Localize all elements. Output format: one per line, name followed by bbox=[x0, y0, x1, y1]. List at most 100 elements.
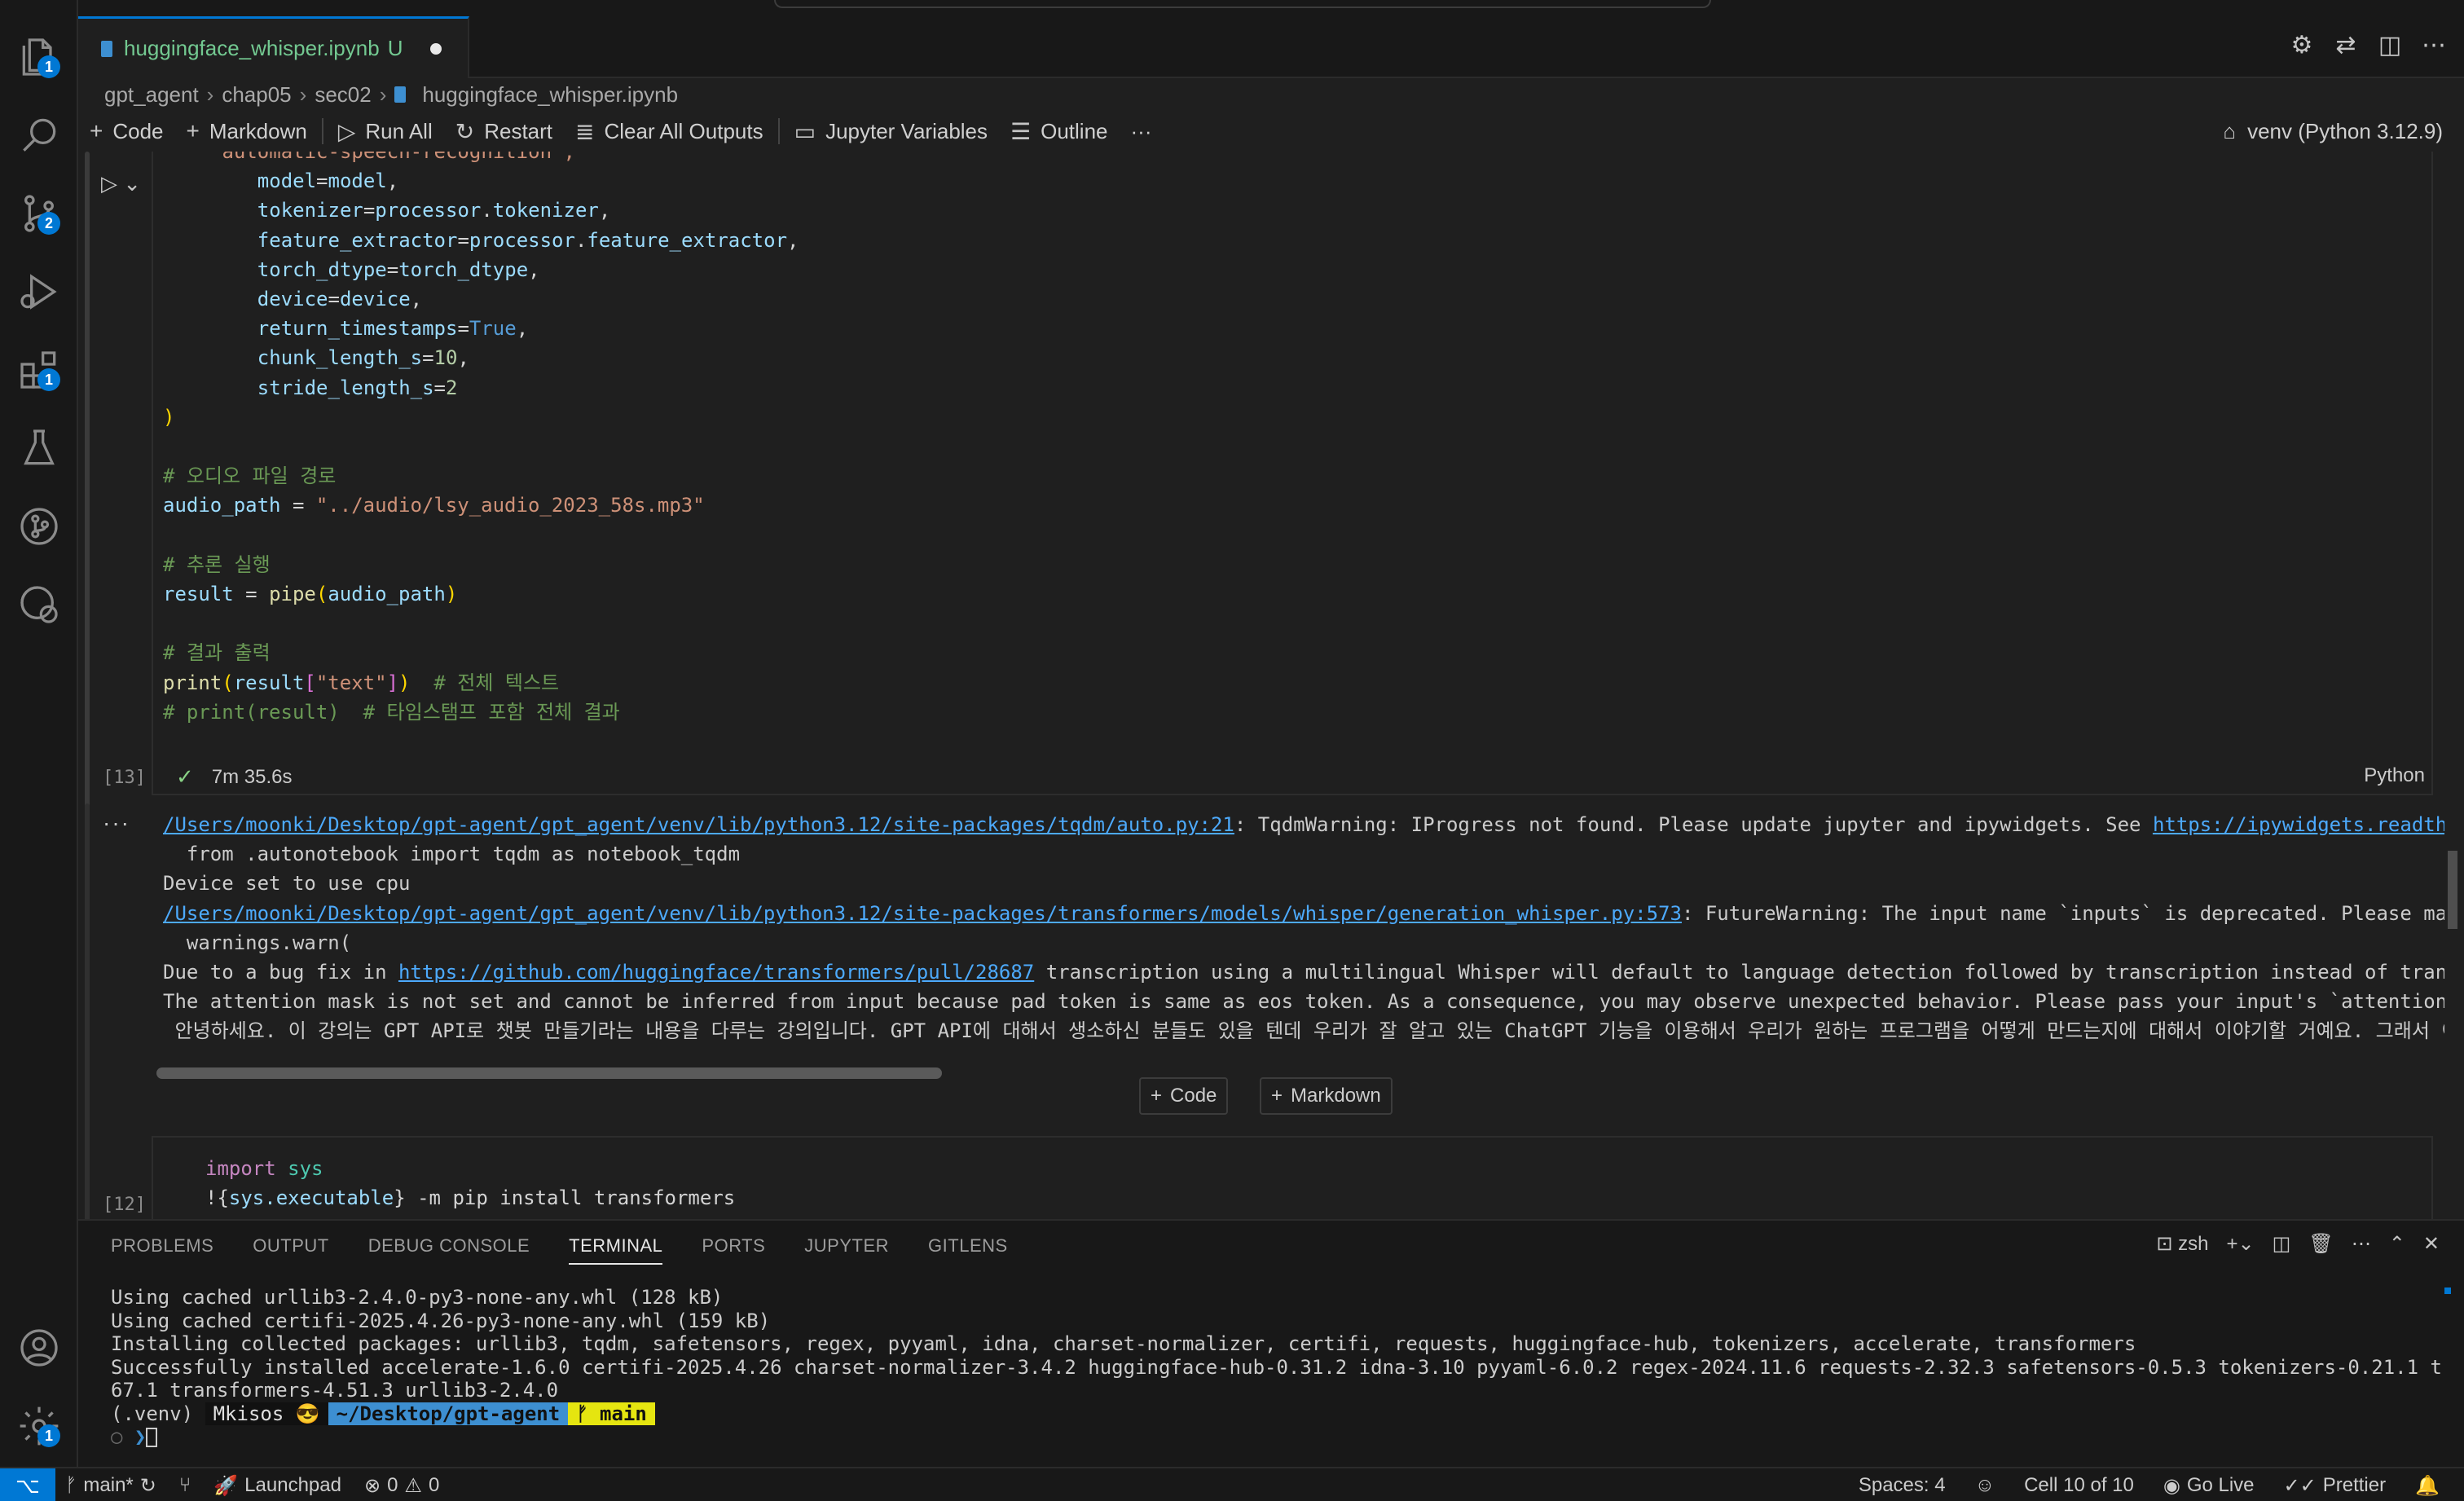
tab-debug-console[interactable]: DEBUG CONSOLE bbox=[368, 1235, 530, 1265]
toolbar-more-button[interactable]: ··· bbox=[1120, 111, 1164, 152]
manage-gear-icon[interactable]: 1 bbox=[16, 1403, 62, 1449]
clear-outputs-button[interactable]: ≣ Clear All Outputs bbox=[564, 111, 775, 152]
toolbar-divider bbox=[777, 118, 780, 144]
remote-indicator-icon[interactable]: ⌥ bbox=[0, 1468, 55, 1501]
output-link[interactable]: https://ipywidgets.readthedocs.io/en/sta… bbox=[2153, 813, 2444, 836]
more-actions-icon[interactable]: ⋯ bbox=[2352, 1232, 2371, 1256]
maximize-panel-chevron-up-icon[interactable]: ⌃ bbox=[2389, 1232, 2405, 1256]
terminal-line: Successfully installed accelerate-1.6.0 … bbox=[111, 1355, 2441, 1379]
terminal-line: Using cached certifi-2025.4.26-py3-none-… bbox=[111, 1309, 771, 1332]
code-line: "automatic-speech-recognition", bbox=[210, 152, 575, 163]
cell-language[interactable]: Python bbox=[2364, 764, 2425, 787]
run-all-button[interactable]: ▷ Run All bbox=[327, 111, 444, 152]
kill-terminal-trash-icon[interactable]: 🗑 bbox=[2308, 1232, 2333, 1256]
go-live-label: Go Live bbox=[2186, 1474, 2255, 1496]
tab-huggingface-whisper[interactable]: huggingface_whisper.ipynb U bbox=[78, 16, 469, 78]
code-line: model=model, bbox=[257, 169, 399, 193]
indentation-status[interactable]: Spaces: 4 bbox=[1859, 1474, 1946, 1497]
jupyter-variables-button[interactable]: ▭ Jupyter Variables bbox=[783, 111, 999, 152]
output-text: : FutureWarning: The input name `inputs`… bbox=[1681, 901, 2444, 925]
code-line: print(result["text"]) # 전체 텍스트 bbox=[163, 671, 560, 694]
copilot-icon[interactable]: ☺ bbox=[1975, 1474, 1995, 1497]
cell-13-source[interactable]: "automatic-speech-recognition", model=mo… bbox=[163, 152, 799, 742]
editor-tab-bar: huggingface_whisper.ipynb U ⚙ ⇄ ◫ ⋯ bbox=[78, 16, 2464, 78]
code-line: torch_dtype=torch_dtype, bbox=[257, 258, 540, 281]
prompt-arrow-icon: ❯ bbox=[134, 1425, 147, 1448]
notebook-vertical-scrollbar[interactable] bbox=[2448, 851, 2457, 929]
terminal-scrollbar[interactable] bbox=[2444, 1288, 2451, 1294]
code-line: chunk_length_s=10, bbox=[257, 346, 469, 370]
split-editor-icon[interactable]: ◫ bbox=[2376, 31, 2404, 59]
extensions-icon[interactable]: 1 bbox=[16, 347, 62, 393]
sync-icon: ↻ bbox=[139, 1474, 156, 1497]
remote-explorer-icon[interactable] bbox=[16, 582, 62, 627]
cell-position-status[interactable]: Cell 10 of 10 bbox=[2024, 1474, 2134, 1497]
tab-jupyter[interactable]: JUPYTER bbox=[804, 1235, 889, 1265]
code-line: result = pipe(audio_path) bbox=[163, 583, 458, 606]
breadcrumb-item[interactable]: chap05 bbox=[222, 82, 291, 108]
clear-outputs-label: Clear All Outputs bbox=[604, 118, 763, 143]
output-link[interactable]: https://github.com/huggingface/transform… bbox=[398, 961, 1034, 984]
terminal-line: 67.1 transformers-4.51.3 urllib3-2.4.0 bbox=[111, 1379, 559, 1402]
git-graph-status-icon[interactable]: ⑂ bbox=[179, 1474, 191, 1497]
breadcrumb-item[interactable]: sec02 bbox=[315, 82, 371, 108]
run-cell-icon[interactable]: ▷ ⌄ bbox=[101, 171, 141, 196]
execution-duration: 7m 35.6s bbox=[211, 765, 293, 788]
tab-terminal[interactable]: TERMINAL bbox=[569, 1235, 663, 1265]
explorer-badge: 1 bbox=[37, 55, 60, 78]
tab-output[interactable]: OUTPUT bbox=[253, 1235, 328, 1265]
outline-list-icon: ☰ bbox=[1010, 118, 1032, 144]
breadcrumb-item[interactable]: gpt_agent bbox=[104, 82, 199, 108]
run-debug-icon[interactable] bbox=[16, 269, 62, 315]
settings-gear-icon[interactable]: ⚙ bbox=[2288, 31, 2316, 59]
git-graph-icon[interactable] bbox=[16, 504, 62, 549]
plus-icon: + bbox=[186, 118, 200, 143]
add-code-cell-button[interactable]: + Code bbox=[78, 111, 175, 152]
tab-ports[interactable]: PORTS bbox=[702, 1235, 765, 1265]
add-cell-row: + Code + Markdown bbox=[78, 1077, 2464, 1118]
go-live-status[interactable]: ◉ Go Live bbox=[2163, 1474, 2255, 1498]
tab-gitlens[interactable]: GITLENS bbox=[928, 1235, 1008, 1265]
account-icon[interactable] bbox=[16, 1325, 62, 1371]
command-center[interactable] bbox=[774, 0, 1711, 8]
double-check-icon: ✓✓ bbox=[2283, 1474, 2317, 1497]
source-control-icon[interactable]: 2 bbox=[16, 191, 62, 236]
more-actions-icon[interactable]: ⋯ bbox=[2420, 31, 2448, 59]
notifications-bell-icon[interactable]: 🔔 bbox=[2415, 1474, 2440, 1498]
notebook-file-icon bbox=[394, 86, 407, 103]
output-more-icon[interactable]: ··· bbox=[103, 810, 130, 836]
close-panel-icon[interactable]: ✕ bbox=[2423, 1232, 2440, 1256]
prettier-status[interactable]: ✓✓ Prettier bbox=[2284, 1474, 2387, 1498]
breadcrumb-item[interactable]: huggingface_whisper.ipynb bbox=[422, 82, 678, 108]
git-branch-status[interactable]: ᚠ main* ↻ bbox=[65, 1474, 156, 1498]
split-terminal-icon[interactable]: ◫ bbox=[2273, 1232, 2291, 1256]
output-link[interactable]: /Users/moonki/Desktop/gpt-agent/gpt_agen… bbox=[163, 902, 1682, 925]
add-markdown-cell-button[interactable]: + Markdown bbox=[175, 111, 319, 152]
new-terminal-icon[interactable]: +⌄ bbox=[2227, 1232, 2255, 1256]
code-line: feature_extractor=processor.feature_extr… bbox=[257, 228, 799, 252]
terminal-output[interactable]: Using cached urllib3-2.4.0-py3-none-any.… bbox=[111, 1286, 2441, 1449]
output-text: Device set to use cpu bbox=[163, 872, 411, 896]
broadcast-icon: ◉ bbox=[2163, 1474, 2180, 1497]
restart-button[interactable]: ↻ Restart bbox=[444, 111, 564, 152]
outline-button[interactable]: ☰ Outline bbox=[999, 111, 1120, 152]
insert-markdown-cell-button[interactable]: + Markdown bbox=[1260, 1077, 1393, 1115]
testing-flask-icon[interactable] bbox=[16, 425, 62, 471]
launchpad-status[interactable]: 🚀 Launchpad bbox=[213, 1474, 341, 1498]
explorer-icon[interactable]: 1 bbox=[16, 34, 62, 80]
execution-count: [12] bbox=[103, 1195, 146, 1215]
clear-outputs-icon: ≣ bbox=[575, 118, 595, 144]
kernel-picker[interactable]: ⌂ venv (Python 3.12.9) bbox=[2223, 111, 2443, 152]
notebook-file-icon bbox=[101, 40, 112, 57]
search-icon[interactable] bbox=[16, 112, 62, 158]
problems-status[interactable]: ⊗ 0 ⚠ 0 bbox=[364, 1474, 439, 1498]
cell-12-source[interactable]: import sys !{sys.executable} -m pip inst… bbox=[205, 1154, 735, 1213]
terminal-input-line[interactable]: ○ ❯ bbox=[111, 1425, 158, 1448]
compare-changes-icon[interactable]: ⇄ bbox=[2332, 31, 2360, 59]
tab-problems[interactable]: PROBLEMS bbox=[111, 1235, 213, 1265]
insert-code-cell-button[interactable]: + Code bbox=[1139, 1077, 1229, 1115]
output-link[interactable]: /Users/moonki/Desktop/gpt-agent/gpt_agen… bbox=[163, 813, 1234, 836]
prompt-path: ~/Desktop/gpt-agent bbox=[328, 1402, 569, 1425]
terminal-shell-icon[interactable]: ⊡ zsh bbox=[2156, 1232, 2208, 1256]
unsaved-dot-icon[interactable] bbox=[430, 42, 442, 55]
